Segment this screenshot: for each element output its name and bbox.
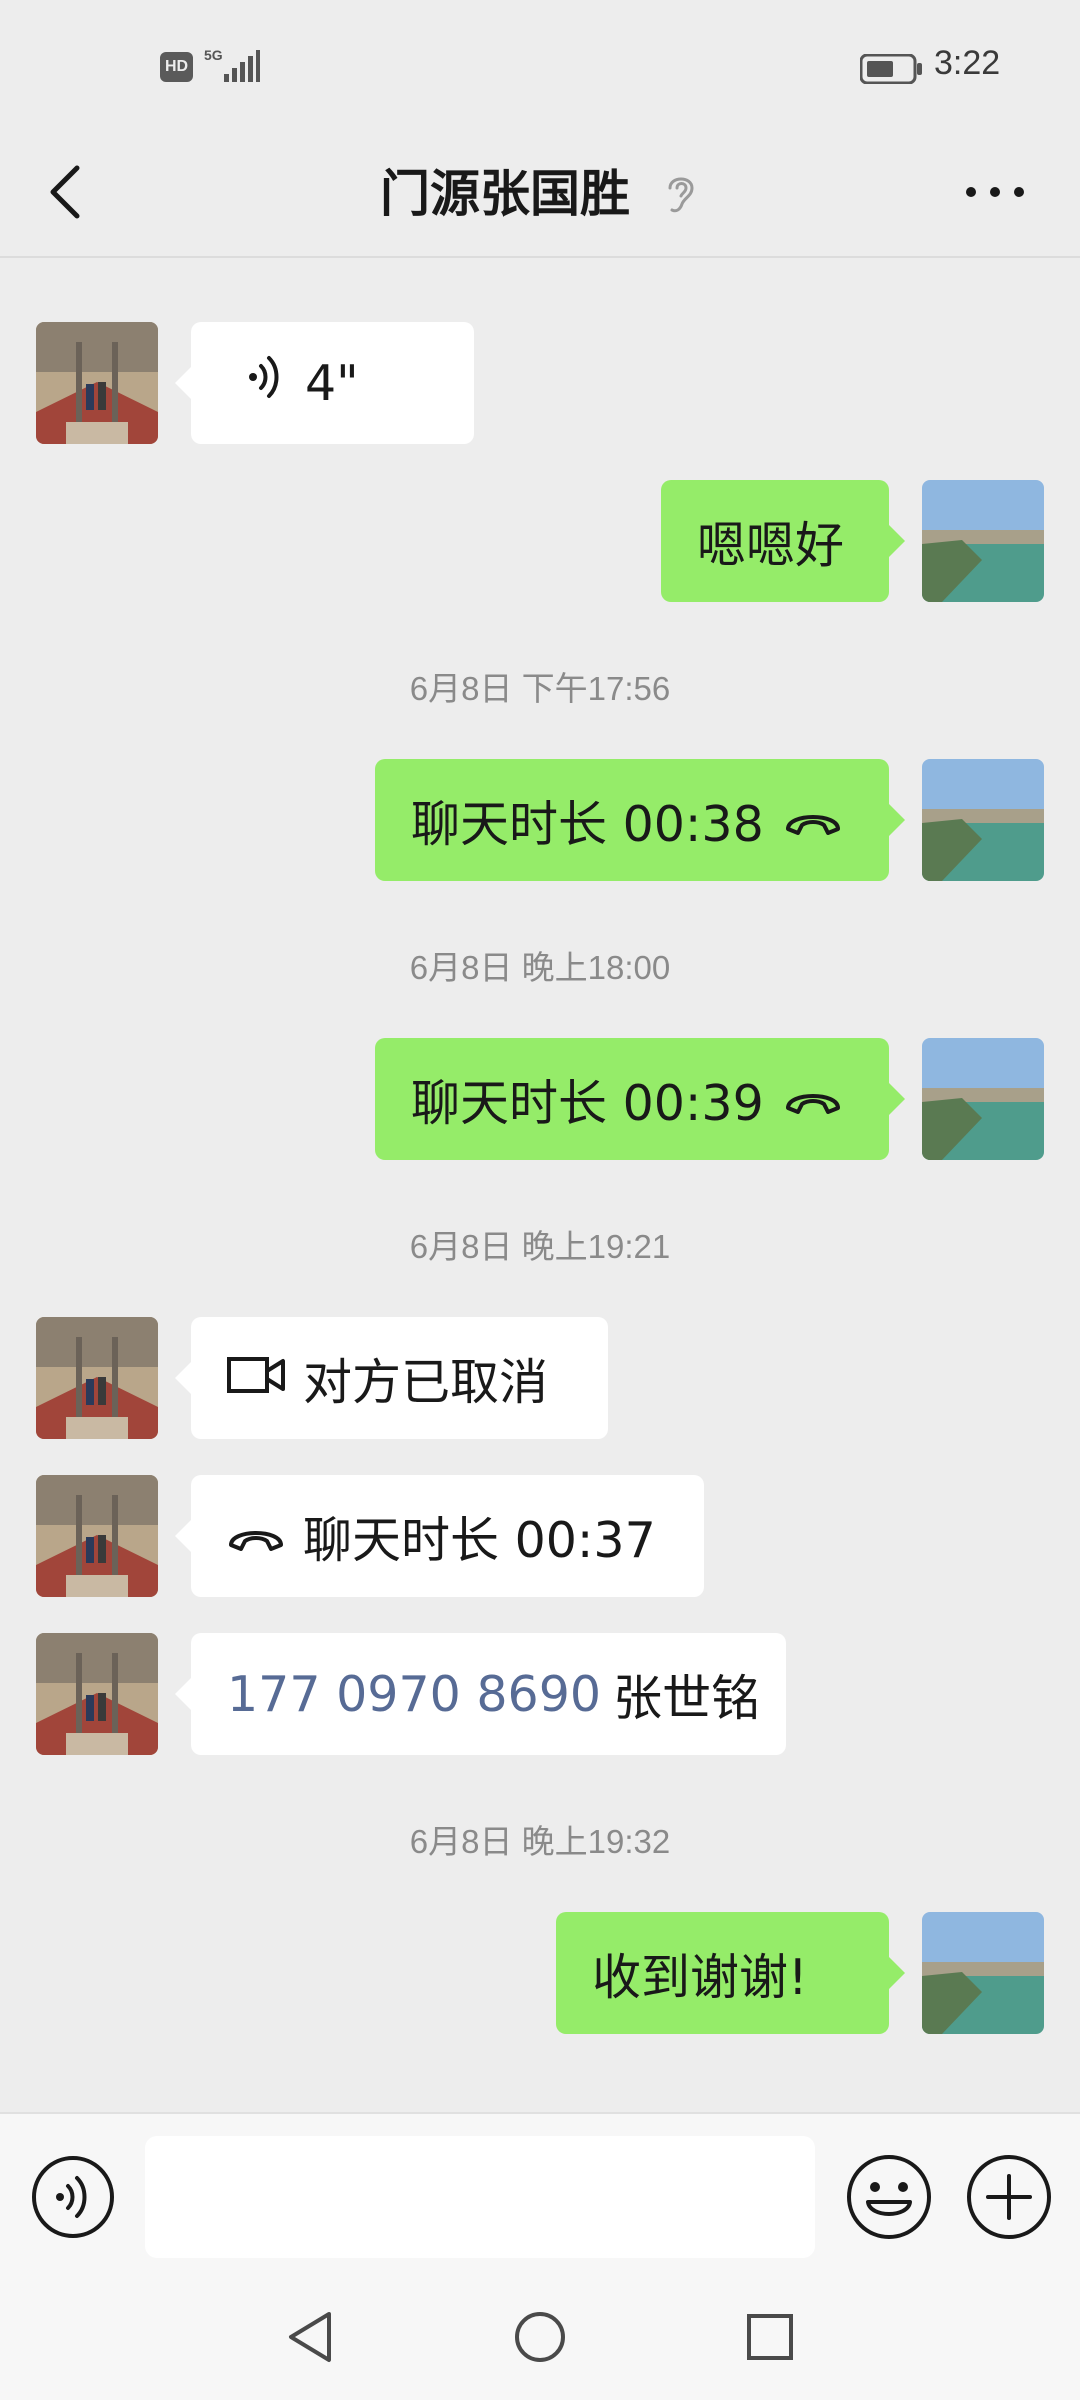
text-message-bubble[interactable]: 嗯嗯好 bbox=[661, 480, 905, 602]
timestamp: 6月8日 晚上19:32 bbox=[409, 1823, 671, 1860]
ear-icon bbox=[668, 177, 694, 213]
network-type-label: 5G bbox=[204, 47, 223, 63]
status-time: 3:22 bbox=[934, 44, 1001, 82]
contact-avatar[interactable] bbox=[36, 1317, 158, 1439]
timestamp-clipped-bottom bbox=[0, 2090, 1080, 2112]
contact-name-text: 张世铭 bbox=[613, 1669, 761, 1727]
plus-icon bbox=[967, 2155, 1051, 2239]
chat-header: 门源张国胜 bbox=[0, 130, 1080, 258]
timestamp-clipped-top bbox=[0, 240, 1080, 262]
nav-home-button[interactable] bbox=[505, 2302, 575, 2372]
avatar-image bbox=[922, 759, 1044, 881]
system-navigation-bar bbox=[0, 2272, 1080, 2400]
emoji-icon bbox=[847, 2155, 931, 2239]
call-duration-text: 聊天时长 00:38 bbox=[411, 795, 764, 853]
nav-recents-button[interactable] bbox=[735, 2302, 805, 2372]
avatar-image bbox=[922, 1912, 1044, 2034]
call-duration-text: 聊天时长 00:39 bbox=[411, 1074, 764, 1132]
avatar-image bbox=[36, 1317, 158, 1439]
video-call-record-bubble[interactable]: 对方已取消 bbox=[175, 1317, 608, 1439]
text-message-bubble[interactable]: 收到谢谢! bbox=[556, 1912, 905, 2034]
more-options-button[interactable] bbox=[960, 152, 1030, 232]
contact-avatar[interactable] bbox=[36, 322, 158, 444]
chat-title: 门源张国胜 bbox=[380, 165, 630, 223]
nav-back-icon bbox=[289, 2312, 331, 2362]
video-camera-icon bbox=[227, 1350, 285, 1407]
call-record-bubble[interactable]: 聊天时长 00:39 bbox=[375, 1038, 905, 1160]
avatar-image bbox=[922, 1038, 1044, 1160]
timestamp: 6月8日 下午17:56 bbox=[409, 670, 671, 707]
phone-hangup-icon bbox=[784, 1071, 842, 1128]
avatar-image bbox=[922, 480, 1044, 602]
more-dots-icon bbox=[966, 187, 1024, 197]
timestamp: 6月8日 晚上18:00 bbox=[409, 949, 671, 986]
my-avatar[interactable] bbox=[922, 1912, 1044, 2034]
avatar-image bbox=[36, 322, 158, 444]
my-avatar[interactable] bbox=[922, 1038, 1044, 1160]
voice-mode-button[interactable] bbox=[30, 2154, 116, 2240]
nav-home-icon bbox=[515, 2312, 565, 2362]
status-bar: HD 5G 3:22 bbox=[0, 0, 1080, 130]
message-input[interactable] bbox=[145, 2136, 815, 2258]
nav-back-button[interactable] bbox=[275, 2302, 345, 2372]
voice-mode-icon bbox=[32, 2156, 114, 2238]
avatar-image bbox=[36, 1475, 158, 1597]
phone-number-link[interactable]: 177 0970 8690 bbox=[227, 1666, 601, 1723]
call-record-bubble[interactable]: 聊天时长 00:38 bbox=[375, 759, 905, 881]
video-call-status-text: 对方已取消 bbox=[303, 1353, 549, 1411]
call-duration-text: 聊天时长 00:37 bbox=[303, 1511, 656, 1569]
voice-message-bubble[interactable]: 4" bbox=[175, 322, 474, 444]
phone-hangup-icon bbox=[784, 792, 842, 849]
contact-avatar[interactable] bbox=[36, 1633, 158, 1755]
phone-hangup-icon bbox=[227, 1508, 285, 1565]
timestamp: 6月8日 晚上19:21 bbox=[409, 1228, 671, 1265]
emoji-button[interactable] bbox=[844, 2152, 934, 2242]
chat-title-wrap: 门源张国胜 bbox=[0, 154, 1080, 234]
more-functions-button[interactable] bbox=[964, 2152, 1054, 2242]
my-avatar[interactable] bbox=[922, 759, 1044, 881]
voice-wave-icon bbox=[243, 352, 287, 414]
signal-icon bbox=[224, 50, 260, 82]
voice-duration: 4" bbox=[305, 354, 359, 412]
text-message-bubble[interactable]: 177 0970 8690 张世铭 bbox=[175, 1633, 786, 1755]
hd-icon: HD bbox=[160, 52, 193, 82]
contact-avatar[interactable] bbox=[36, 1475, 158, 1597]
message-text: 收到谢谢! bbox=[592, 1948, 808, 2006]
message-input-bar bbox=[0, 2112, 1080, 2272]
nav-recents-icon bbox=[747, 2314, 793, 2360]
avatar-image bbox=[36, 1633, 158, 1755]
call-record-bubble[interactable]: 聊天时长 00:37 bbox=[175, 1475, 704, 1597]
battery-icon bbox=[860, 54, 922, 84]
message-text: 嗯嗯好 bbox=[697, 516, 845, 574]
my-avatar[interactable] bbox=[922, 480, 1044, 602]
